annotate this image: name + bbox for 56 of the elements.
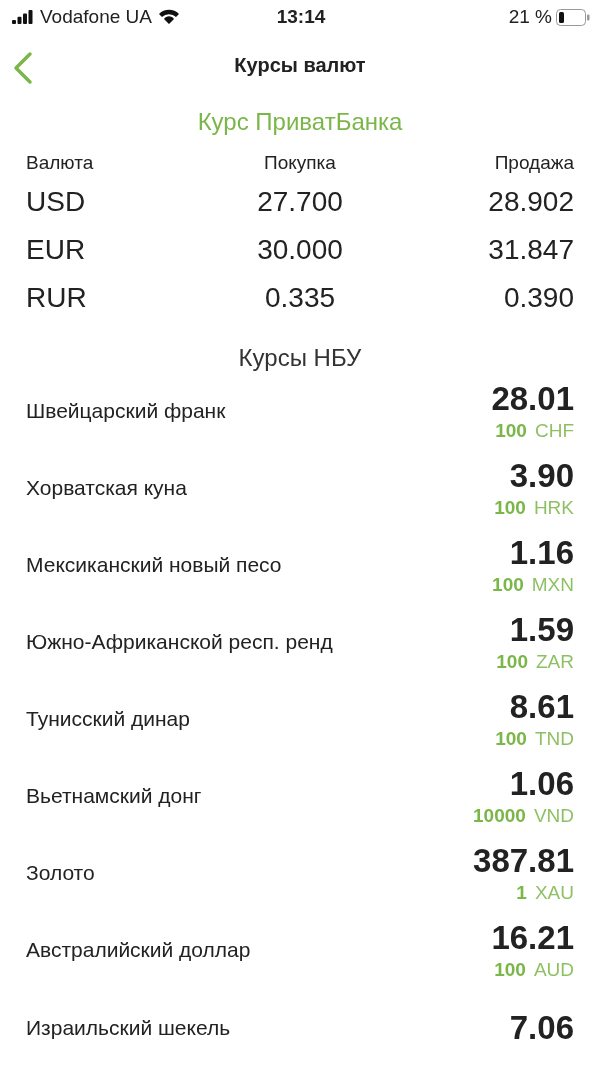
currency-code: HRK: [533, 496, 574, 519]
currency-code: CHF: [534, 419, 574, 442]
currency-name: Южно-Африканской респ. ренд: [26, 630, 334, 655]
currency-name: Вьетнамский донг: [26, 784, 203, 809]
screen-title: Курсы валют: [234, 54, 366, 77]
exchange-rate: 387.81: [473, 842, 574, 881]
battery-percent: 21 %: [508, 6, 552, 29]
exchange-rate: 3.90: [509, 456, 574, 495]
section-title: Курс ПриватБанка: [196, 107, 404, 138]
exchange-rate: 1.16: [509, 534, 574, 573]
section-title: Курсы НБУ: [237, 343, 363, 373]
signal-icon: [12, 10, 34, 25]
unit-amount: 1: [516, 882, 527, 905]
column-header: Валюта: [26, 151, 95, 176]
exchange-rate: 1.06: [509, 765, 574, 804]
table-cell-text: USD: [26, 185, 87, 220]
table-cell-text: 31.847: [487, 233, 574, 268]
exchange-rate: 1.59: [509, 611, 574, 650]
unit-amount: 100: [494, 496, 526, 519]
carrier-name: Vodafone UA: [40, 6, 152, 29]
currency-code: MXN: [531, 574, 574, 597]
currency-name: Израильский шекель: [26, 1015, 232, 1040]
exchange-rate: 16.21: [491, 919, 574, 958]
table-cell-text: RUR: [26, 281, 88, 316]
unit-amount: 100: [492, 574, 524, 597]
table-cell-text: 30.000: [256, 233, 344, 268]
currency-name: Золото: [26, 861, 96, 886]
table-cell-text: 28.902: [487, 185, 574, 220]
clock-time: 13:14: [276, 6, 326, 28]
currency-code: ZAR: [536, 651, 574, 674]
currency-code: VND: [533, 805, 574, 828]
wifi-icon: [158, 9, 180, 26]
table-cell-text: EUR: [26, 233, 87, 268]
back-icon[interactable]: [12, 50, 34, 85]
currency-code: AUD: [533, 959, 574, 982]
currency-code: TND: [534, 728, 574, 751]
table-cell-text: 0.390: [502, 281, 574, 316]
currency-name: Австралийский доллар: [26, 938, 252, 963]
unit-amount: 100: [494, 959, 526, 982]
currency-name: Тунисский динар: [26, 707, 191, 732]
currency-code: XAU: [534, 882, 574, 905]
column-header: Покупка: [263, 151, 337, 176]
unit-amount: 100: [495, 419, 527, 442]
exchange-rate: 28.01: [491, 379, 574, 418]
unit-amount: 100: [496, 651, 528, 674]
unit-amount: 100: [495, 728, 527, 751]
currency-name: Мексиканский новый песо: [26, 553, 283, 578]
column-header: Продажа: [493, 151, 574, 176]
table-cell-text: 27.700: [256, 185, 344, 220]
currency-name: Хорватская куна: [26, 475, 188, 500]
table-cell-text: 0.335: [263, 281, 337, 316]
exchange-rate: 8.61: [509, 688, 574, 727]
currency-name: Швейцарский франк: [26, 398, 227, 423]
battery-icon: [556, 8, 590, 26]
unit-amount: 10000: [473, 805, 526, 828]
exchange-rate: 7.06: [509, 1008, 574, 1047]
